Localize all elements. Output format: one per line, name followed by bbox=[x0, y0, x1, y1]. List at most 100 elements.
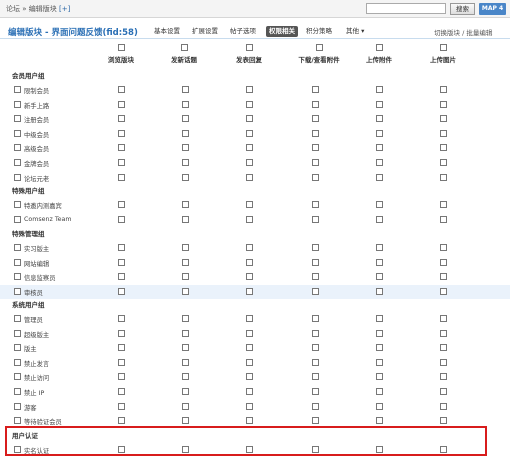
permission-checkbox[interactable] bbox=[118, 344, 125, 352]
permission-checkbox[interactable] bbox=[246, 129, 253, 137]
breadcrumb-home[interactable]: 论坛 bbox=[6, 5, 20, 13]
row-select-checkbox[interactable] bbox=[14, 129, 21, 137]
permission-checkbox[interactable] bbox=[246, 258, 253, 266]
permission-checkbox[interactable] bbox=[376, 159, 383, 166]
tab-credit-policy[interactable]: 积分策略 bbox=[306, 26, 332, 37]
permission-checkbox[interactable] bbox=[246, 388, 253, 395]
row-select-checkbox[interactable] bbox=[14, 417, 21, 425]
permission-checkbox[interactable] bbox=[182, 344, 189, 352]
row-select-checkbox[interactable] bbox=[14, 115, 21, 123]
permission-checkbox[interactable] bbox=[376, 258, 383, 266]
permission-checkbox[interactable] bbox=[440, 358, 447, 366]
permission-checkbox[interactable] bbox=[440, 244, 447, 251]
permission-checkbox[interactable] bbox=[376, 86, 383, 93]
select-all-upload-image-checkbox[interactable] bbox=[439, 44, 447, 51]
permission-checkbox[interactable] bbox=[312, 115, 319, 123]
permission-checkbox[interactable] bbox=[312, 358, 319, 366]
permission-checkbox[interactable] bbox=[118, 129, 125, 137]
permission-checkbox[interactable] bbox=[440, 417, 447, 425]
permission-checkbox[interactable] bbox=[118, 244, 125, 251]
permission-checkbox[interactable] bbox=[440, 287, 447, 295]
permission-checkbox[interactable] bbox=[246, 417, 253, 425]
permission-checkbox[interactable] bbox=[246, 86, 253, 93]
permission-checkbox[interactable] bbox=[182, 373, 189, 381]
row-select-checkbox[interactable] bbox=[14, 287, 21, 295]
permission-checkbox[interactable] bbox=[182, 100, 189, 108]
permission-checkbox[interactable] bbox=[376, 173, 383, 181]
row-select-checkbox[interactable] bbox=[14, 358, 21, 366]
permission-checkbox[interactable] bbox=[376, 144, 383, 152]
permission-checkbox[interactable] bbox=[246, 115, 253, 123]
select-all-reply-checkbox[interactable] bbox=[245, 44, 253, 51]
row-select-checkbox[interactable] bbox=[14, 173, 21, 181]
permission-checkbox[interactable] bbox=[246, 373, 253, 381]
row-select-checkbox[interactable] bbox=[14, 344, 21, 352]
permission-checkbox[interactable] bbox=[246, 201, 253, 208]
permission-checkbox[interactable] bbox=[440, 129, 447, 137]
permission-checkbox[interactable] bbox=[312, 159, 319, 166]
permission-checkbox[interactable] bbox=[312, 273, 319, 281]
permission-checkbox[interactable] bbox=[376, 201, 383, 208]
permission-checkbox[interactable] bbox=[440, 344, 447, 352]
permission-checkbox[interactable] bbox=[246, 144, 253, 152]
row-select-checkbox[interactable] bbox=[14, 273, 21, 281]
permission-checkbox[interactable] bbox=[312, 215, 319, 223]
permission-checkbox[interactable] bbox=[182, 173, 189, 181]
breadcrumb-add-link[interactable]: [+] bbox=[59, 5, 70, 13]
row-select-checkbox[interactable] bbox=[14, 329, 21, 337]
permission-checkbox[interactable] bbox=[182, 388, 189, 395]
row-select-checkbox[interactable] bbox=[14, 159, 21, 166]
permission-checkbox[interactable] bbox=[440, 373, 447, 381]
permission-checkbox[interactable] bbox=[312, 344, 319, 352]
switch-forum-link[interactable]: 切换版块 / 批量编辑 bbox=[434, 27, 492, 37]
tab-extended-settings[interactable]: 扩展设置 bbox=[192, 26, 218, 37]
permission-checkbox[interactable] bbox=[376, 358, 383, 366]
permission-checkbox[interactable] bbox=[182, 329, 189, 337]
permission-checkbox[interactable] bbox=[440, 86, 447, 93]
permission-checkbox[interactable] bbox=[376, 273, 383, 281]
permission-checkbox[interactable] bbox=[440, 173, 447, 181]
permission-checkbox[interactable] bbox=[246, 273, 253, 281]
tab-post-options[interactable]: 帖子选项 bbox=[230, 26, 256, 37]
permission-checkbox[interactable] bbox=[440, 201, 447, 208]
permission-checkbox[interactable] bbox=[246, 287, 253, 295]
permission-checkbox[interactable] bbox=[118, 173, 125, 181]
permission-checkbox[interactable] bbox=[182, 86, 189, 93]
row-select-checkbox[interactable] bbox=[14, 258, 21, 266]
permission-checkbox[interactable] bbox=[376, 417, 383, 425]
permission-checkbox[interactable] bbox=[440, 315, 447, 322]
permission-checkbox[interactable] bbox=[118, 201, 125, 208]
tab-other-dropdown[interactable]: 其他 ▾ bbox=[346, 26, 364, 37]
permission-checkbox[interactable] bbox=[376, 244, 383, 251]
search-button[interactable]: 搜索 bbox=[450, 3, 475, 15]
select-all-new-topic-checkbox[interactable] bbox=[180, 44, 188, 51]
permission-checkbox[interactable] bbox=[246, 244, 253, 251]
permission-checkbox[interactable] bbox=[118, 86, 125, 93]
row-select-checkbox[interactable] bbox=[14, 86, 21, 93]
permission-checkbox[interactable] bbox=[182, 215, 189, 223]
permission-checkbox[interactable] bbox=[118, 417, 125, 425]
row-select-checkbox[interactable] bbox=[14, 201, 21, 208]
permission-checkbox[interactable] bbox=[312, 417, 319, 425]
permission-checkbox[interactable] bbox=[312, 402, 319, 410]
row-select-checkbox[interactable] bbox=[14, 144, 21, 152]
permission-checkbox[interactable] bbox=[246, 402, 253, 410]
permission-checkbox[interactable] bbox=[182, 144, 189, 152]
permission-checkbox[interactable] bbox=[312, 244, 319, 251]
permission-checkbox[interactable] bbox=[312, 144, 319, 152]
permission-checkbox[interactable] bbox=[440, 402, 447, 410]
permission-checkbox[interactable] bbox=[182, 129, 189, 137]
permission-checkbox[interactable] bbox=[312, 287, 319, 295]
permission-checkbox[interactable] bbox=[440, 258, 447, 266]
map-button[interactable]: MAP 4 bbox=[479, 3, 506, 15]
permission-checkbox[interactable] bbox=[182, 315, 189, 322]
permission-checkbox[interactable] bbox=[118, 215, 125, 223]
permission-checkbox[interactable] bbox=[182, 417, 189, 425]
permission-checkbox[interactable] bbox=[312, 388, 319, 395]
permission-checkbox[interactable] bbox=[246, 159, 253, 166]
row-select-checkbox[interactable] bbox=[14, 315, 21, 322]
permission-checkbox[interactable] bbox=[118, 388, 125, 395]
permission-checkbox[interactable] bbox=[376, 329, 383, 337]
permission-checkbox[interactable] bbox=[440, 329, 447, 337]
select-all-view-checkbox[interactable] bbox=[117, 44, 125, 51]
